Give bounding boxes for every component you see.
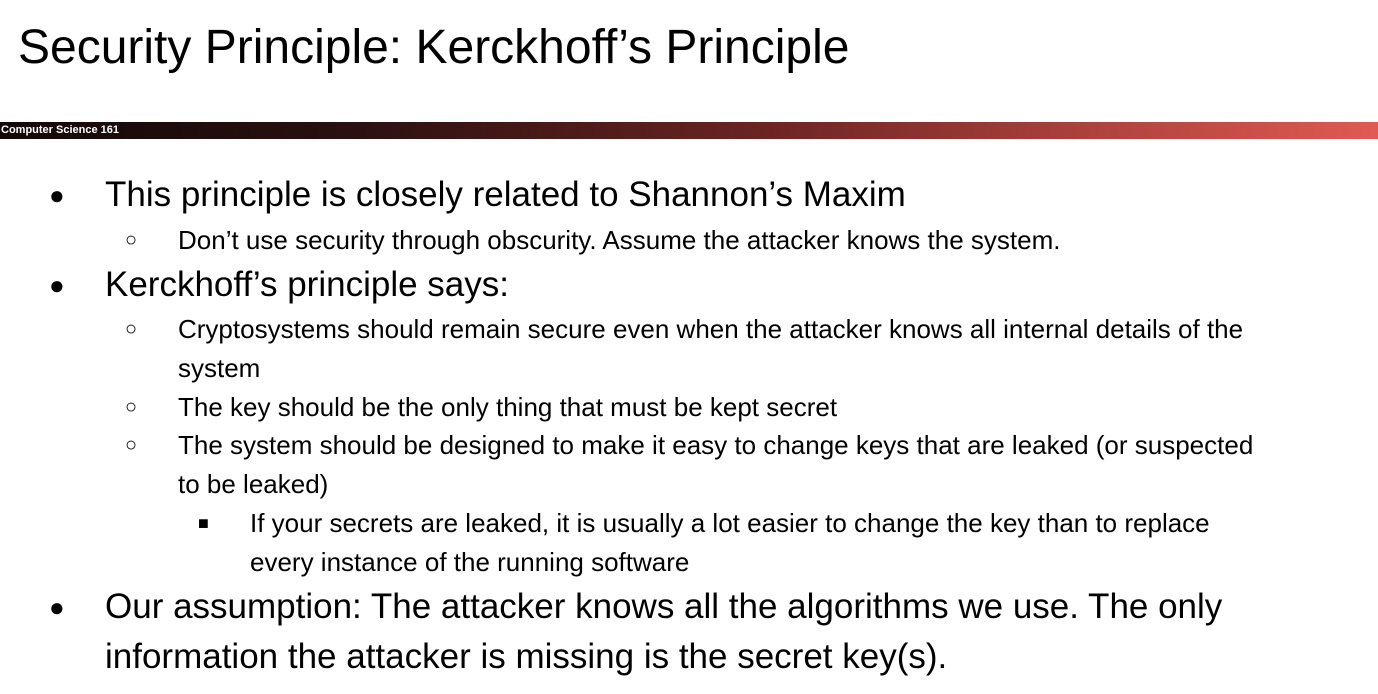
sub-bullet-secure-line2: system: [178, 353, 261, 383]
sub-bullet-icon: ○: [125, 434, 138, 456]
sub-bullet-change-keys-line2: to be leaked): [178, 469, 329, 499]
slide-body: ● This principle is closely related to S…: [0, 0, 1378, 694]
sub-sub-bullet-icon: ■: [198, 513, 209, 533]
bullet-point-kerckhoff: Kerckhoff’s principle says:: [105, 265, 509, 304]
sub-sub-bullet-easier-line1: If your secrets are leaked, it is usuall…: [250, 508, 1210, 538]
bullet-icon: ●: [49, 180, 65, 210]
sub-bullet-icon: ○: [125, 229, 138, 251]
bullet-point-assumption-line1: Our assumption: The attacker knows all t…: [105, 587, 1223, 626]
sub-bullet-obscurity: Don’t use security through obscurity. As…: [178, 225, 1061, 255]
sub-sub-bullet-easier-line2: every instance of the running software: [250, 547, 690, 577]
sub-bullet-secure-line1: Cryptosystems should remain secure even …: [178, 314, 1244, 344]
sub-bullet-change-keys-line1: The system should be designed to make it…: [178, 430, 1254, 460]
sub-bullet-icon: ○: [125, 318, 138, 340]
sub-bullet-key-secret: The key should be the only thing that mu…: [178, 392, 838, 422]
sub-bullet-icon: ○: [125, 396, 138, 418]
bullet-point-shannon: This principle is closely related to Sha…: [105, 175, 906, 214]
bullet-icon: ●: [49, 592, 65, 622]
bullet-point-assumption-line2: information the attacker is missing is t…: [105, 637, 948, 676]
bullet-icon: ●: [49, 270, 65, 300]
